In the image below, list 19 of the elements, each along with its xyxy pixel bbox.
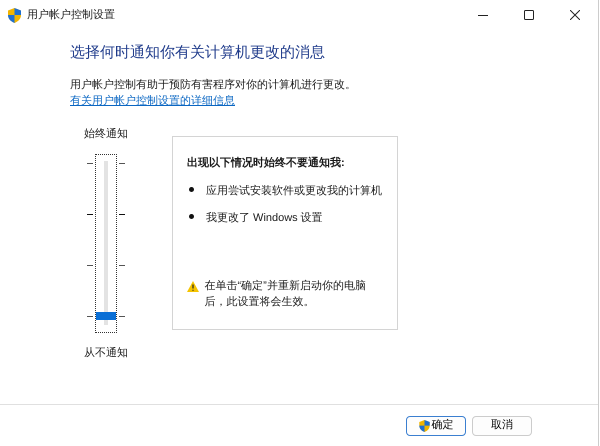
description-text: 用户帐户控制有助于预防有害程序对你的计算机进行更改。: [70, 78, 357, 92]
warning-icon: [187, 280, 199, 292]
info-title: 出现以下情况时始终不要通知我:: [187, 156, 346, 170]
bullet-icon: [189, 187, 194, 192]
maximize-icon: [524, 10, 534, 20]
help-link[interactable]: 有关用户帐户控制设置的详细信息: [70, 95, 235, 107]
warning-text: 在单击“确定”并重新启动你的电脑后，此设置将会生效。: [204, 278, 367, 310]
heading: 选择何时通知你有关计算机更改的消息: [70, 43, 326, 63]
ok-button[interactable]: 确定: [406, 416, 466, 436]
close-icon: [570, 10, 580, 20]
shield-icon: [8, 8, 21, 22]
bullet-icon: [189, 214, 194, 218]
bullet-text: 我更改了 Windows 设置: [206, 210, 323, 226]
bullet-text: 应用尝试安装软件或更改我的计算机: [206, 184, 382, 199]
slider-bottom-label: 从不通知: [84, 346, 128, 361]
cancel-button[interactable]: 取消: [472, 416, 532, 436]
slider-top-label: 始终通知: [84, 126, 128, 142]
shield-icon: [418, 420, 430, 432]
window-title: 用户帐户控制设置: [27, 8, 115, 23]
